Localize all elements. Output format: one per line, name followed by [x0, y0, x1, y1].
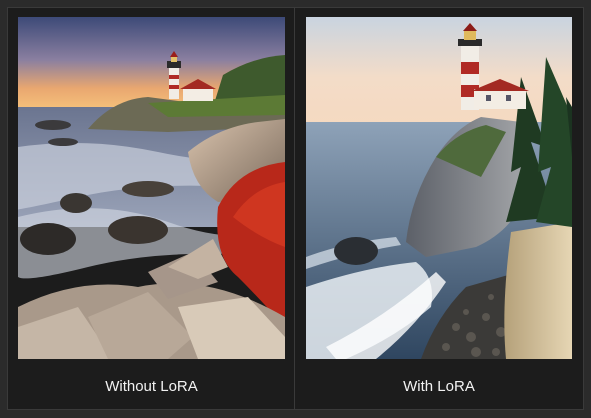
panel-divider	[294, 7, 295, 410]
caption-without-lora: Without LoRA	[105, 378, 198, 395]
image-panel-without-lora	[18, 17, 285, 359]
image-panel-with-lora	[306, 17, 572, 359]
caption-with-lora: With LoRA	[403, 378, 475, 395]
lighthouse-sunset-image	[18, 17, 285, 359]
lighthouse-cliff-image	[306, 17, 572, 359]
